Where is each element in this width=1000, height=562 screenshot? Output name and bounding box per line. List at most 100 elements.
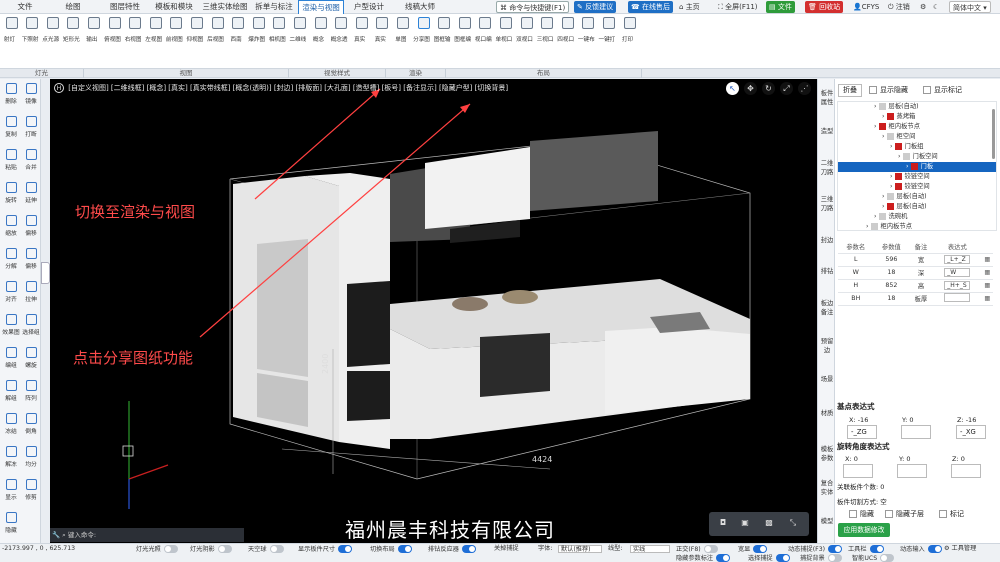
left-tool-20[interactable]: 冻结 [1,411,21,437]
ribbon-button-1[interactable]: 下照射 [22,17,42,57]
right-tab-1[interactable]: 造型 [819,127,835,136]
left-tool-10[interactable]: 分解 [1,246,21,272]
status-toggle-1[interactable]: 灯光阴影 [190,545,232,553]
toggle-switch[interactable] [461,545,476,553]
left-tool-21[interactable]: 倒角 [21,411,41,437]
ribbon-button-9[interactable]: 仰视图 [186,17,206,57]
ribbon-button-17[interactable]: 真实 [352,17,371,57]
chevron-icon[interactable]: › [906,163,909,170]
tree-node[interactable]: › 层板(自动) [838,102,996,112]
chevron-icon[interactable]: › [882,113,885,120]
left-tool-18[interactable]: 解组 [1,378,21,404]
ribbon-button-30[interactable]: 打印 [620,17,639,57]
ribbon-button-6[interactable]: 右视图 [125,17,145,57]
expand-icon[interactable]: ⤢ [780,82,793,95]
chevron-icon[interactable]: › [882,203,885,210]
tree-node[interactable]: › 柜内板节点 [838,222,996,230]
tab-template[interactable]: 模板和模块 [150,0,198,14]
left-tool-4[interactable]: 粘贴 [1,147,21,173]
left-tool-25[interactable]: 修剪 [21,477,41,503]
ribbon-button-19[interactable]: 单图 [393,17,412,57]
ribbon-button-18[interactable]: 真实 [373,17,392,57]
ribbon-button-28[interactable]: 一键布 [578,17,598,57]
toggle-switch[interactable] [703,545,718,553]
left-tool-19[interactable]: 阵列 [21,378,41,404]
theme-button[interactable]: ☾ [930,1,942,13]
ribbon-button-21[interactable]: 图框输 [434,17,454,57]
status-bottom-toggle-3[interactable]: 智能UCS [852,554,895,562]
ribbon-button-24[interactable]: 单视口 [495,17,515,57]
ribbon-button-22[interactable]: 图框编 [454,17,474,57]
left-tool-7[interactable]: 延伸 [21,180,41,206]
right-tab-12[interactable]: 模型 [819,517,835,526]
left-tool-3[interactable]: 打断 [21,114,41,140]
chevron-icon[interactable]: › [898,153,901,160]
toggle-switch[interactable] [163,545,178,553]
right-tab-0[interactable]: 板件属性 [819,89,835,107]
ribbon-button-25[interactable]: 双视口 [516,17,536,57]
toggle-switch[interactable] [828,545,843,553]
left-tool-9[interactable]: 偏移 [21,213,41,239]
fold-button[interactable]: 折叠 [838,84,862,97]
param-value[interactable]: 596 [873,253,910,267]
command-line[interactable]: 🔧 ⌕ 键入命令: [50,528,244,542]
tab-line-master[interactable]: 线稿大师 [398,0,442,14]
right-tab-8[interactable]: 场景 [819,375,835,384]
left-tool-11[interactable]: 偏移 [21,246,41,272]
chevron-icon[interactable]: › [882,193,885,200]
status-toggle2-1[interactable]: 宽显 [738,545,768,553]
base-z-input[interactable]: -_XG [956,425,986,439]
status-bottom-toggle-1[interactable]: 选择捕捉 [748,554,790,562]
tab-layer[interactable]: 图层特性 [102,0,148,14]
ribbon-button-3[interactable]: 矩形光 [63,17,83,57]
tree-node[interactable]: › 门板空间 [838,152,996,162]
left-tool-5[interactable]: 合并 [21,147,41,173]
tab-render-view[interactable]: 渲染与视图 [298,0,344,14]
chevron-icon[interactable]: › [874,123,877,130]
tree-node[interactable]: › 柜内板节点 [838,122,996,132]
toggle-switch[interactable] [880,554,895,562]
ribbon-button-10[interactable]: 后视图 [207,17,227,57]
status-bottom-toggle-2[interactable]: 捕捉背景 [800,554,842,562]
ribbon-button-8[interactable]: 前视图 [166,17,186,57]
tree-node[interactable]: › 层板(自动) [838,202,996,212]
left-tool-16[interactable]: 编组 [1,345,21,371]
tool-manager-button[interactable]: ⚙ 工具管理 [944,545,976,553]
tree-node[interactable]: › 门板组 [838,142,996,152]
chevron-icon[interactable]: › [874,213,877,220]
feedback-button[interactable]: ✎ 反馈建议 [574,1,617,13]
ribbon-button-27[interactable]: 四视口 [557,17,577,57]
param-value[interactable]: 18 [873,292,910,306]
3d-viewport[interactable]: 2400 4424 H [自定义视图] [二维线框] [概念] [真实] [真实… [50,79,817,543]
chevron-icon[interactable]: › [890,143,893,150]
table-edit-icon[interactable]: ▦ [984,295,990,302]
font-select[interactable]: 默认(推荐) [558,545,602,553]
chevron-icon[interactable]: › [882,133,885,140]
table-edit-icon[interactable]: ▦ [984,269,990,276]
left-tool-2[interactable]: 复制 [1,114,21,140]
rot-y-input[interactable] [897,464,927,478]
toggle-switch[interactable] [827,554,842,562]
right-tab-7[interactable]: 预留边 [819,337,835,355]
file-button[interactable]: ▤ 文件 [766,1,795,13]
right-tab-6[interactable]: 板边备注 [819,299,835,317]
command-shortcut-button[interactable]: ⌘ 命令与快捷键(F1) [496,1,570,13]
tab-draw[interactable]: 绘图 [52,0,94,14]
param-expr-input[interactable]: _L+_Z [944,255,971,264]
param-expr-input[interactable]: _W [944,268,971,277]
ribbon-button-23[interactable]: 视口编 [475,17,495,57]
language-select[interactable]: 简体中文 ▾ [949,1,991,13]
ribbon-button-12[interactable]: 爆炸图 [248,17,268,57]
hide-child-box[interactable] [885,510,893,518]
refresh-icon[interactable]: ↻ [762,82,775,95]
tree-node[interactable]: › 层板(自动) [838,192,996,202]
hide-checkbox[interactable]: 隐藏 [849,509,874,519]
ribbon-button-14[interactable]: 二维线 [289,17,309,57]
right-tab-5[interactable]: 排钻 [819,267,835,276]
tree-node[interactable]: › 蒸烤箱 [838,112,996,122]
toggle-switch[interactable] [927,545,942,553]
param-expr-input[interactable]: _H+_S [944,281,971,290]
table-edit-icon[interactable]: ▦ [984,282,990,289]
rot-x-input[interactable] [843,464,873,478]
param-value[interactable]: 852 [873,279,910,293]
